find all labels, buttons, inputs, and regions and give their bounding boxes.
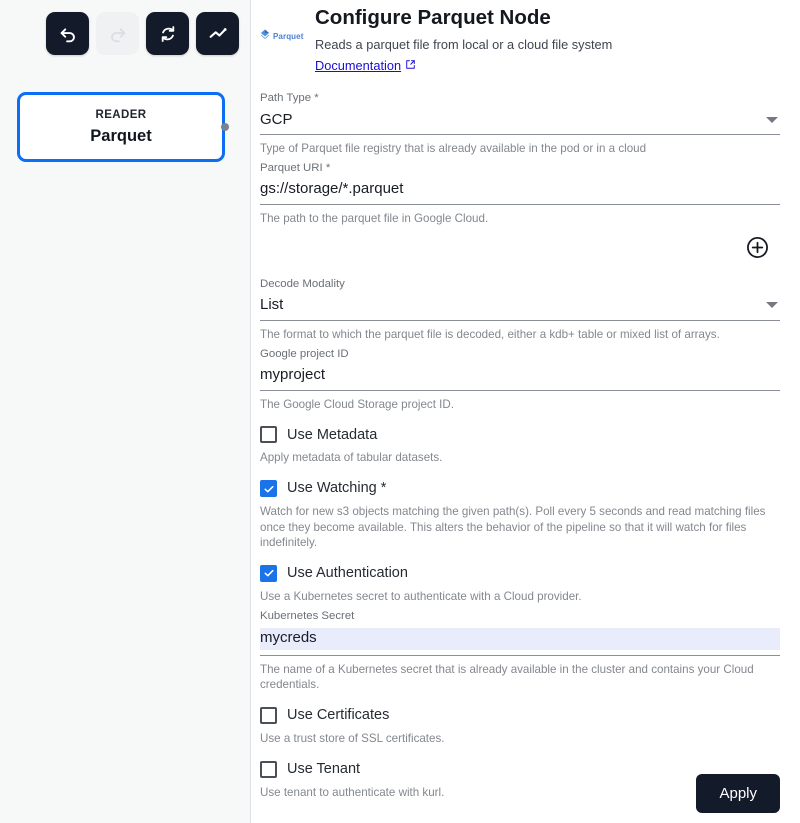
activity-chart-icon [207,23,229,45]
google-project-id-hint: The Google Cloud Storage project ID. [260,397,454,411]
path-type-hint: Type of Parquet file registry that is al… [260,142,647,156]
kubernetes-secret-control[interactable]: mycreds [260,627,780,656]
google-project-id-control[interactable]: myproject [260,366,780,391]
decode-modality-select[interactable]: List [260,296,780,321]
parquet-uri-input[interactable]: gs://storage/*.parquet [260,180,780,199]
use-watching-hint: Watch for new s3 objects matching the gi… [260,505,766,550]
redo-icon [107,23,129,45]
kubernetes-secret-label: Kubernetes Secret [260,609,355,622]
decode-modality-value: List [260,296,284,314]
checkbox-unchecked-icon[interactable] [260,426,277,444]
parquet-uri-label: Parquet URI * [260,161,331,174]
checkbox-unchecked-icon[interactable] [260,707,277,725]
parquet-uri-control[interactable]: gs://storage/*.parquet [260,180,780,206]
page-title: Configure Parquet Node [315,6,551,29]
checkbox-checked-icon[interactable] [260,564,277,582]
path-type-select[interactable]: GCP [260,111,780,136]
path-type-value: GCP [260,110,293,128]
documentation-link[interactable]: Documentation [315,58,416,73]
apply-button-wrapper: Apply [696,774,780,813]
google-project-id-input[interactable]: myproject [260,366,780,385]
chevron-down-icon[interactable] [766,302,778,309]
checkbox-use-certificates[interactable]: Use Certificates [260,707,780,725]
add-path-row [260,227,780,273]
google-project-id-label: Google project ID [260,347,349,360]
undo-icon [57,23,79,45]
config-form: Path Type * GCP Type of Parquet file reg… [251,75,800,800]
use-tenant-label: Use Tenant [287,760,361,777]
parquet-brand: Parquet [259,27,304,45]
kubernetes-secret-input[interactable]: mycreds [260,627,780,650]
parquet-uri-hint: The path to the parquet file in Google C… [260,212,489,226]
apply-button[interactable]: Apply [696,774,780,813]
config-panel-header: Parquet Configure Parquet Node Reads a p… [251,0,800,75]
node-card-parquet-reader[interactable]: READER Parquet [17,92,229,162]
node-kind-label: READER [95,108,147,121]
config-panel: Parquet Configure Parquet Node Reads a p… [251,0,800,823]
field-kubernetes-secret: Kubernetes Secret mycreds The name of a … [260,605,780,693]
pipeline-canvas[interactable]: READER Parquet [0,0,251,823]
use-certificates-label: Use Certificates [287,707,390,724]
parquet-brand-label: Parquet [273,31,304,41]
decode-modality-hint: The format to which the parquet file is … [260,327,720,341]
external-link-icon [405,58,416,73]
kubernetes-secret-hint: The name of a Kubernetes secret that is … [260,662,754,692]
undo-button[interactable] [46,12,89,55]
chevron-down-icon[interactable] [766,116,778,123]
field-google-project-id: Google project ID myproject The Google C… [260,343,780,413]
refresh-button[interactable] [146,12,189,55]
use-metadata-label: Use Metadata [287,426,378,443]
checkbox-use-authentication[interactable]: Use Authentication [260,564,780,582]
refresh-icon [157,23,179,45]
parquet-logo-icon [259,27,271,45]
field-path-type: Path Type * GCP Type of Parquet file reg… [260,87,780,157]
node-title-label: Parquet [90,127,152,145]
use-metadata-hint: Apply metadata of tabular datasets. [260,451,443,465]
field-decode-modality: Decode Modality List The format to which… [260,273,780,343]
page-subtitle: Reads a parquet file from local or a clo… [315,36,613,52]
field-parquet-uri: Parquet URI * gs://storage/*.parquet The… [260,157,780,227]
decode-modality-label: Decode Modality [260,277,345,290]
use-authentication-label: Use Authentication [287,565,408,582]
canvas-toolbar [46,12,239,55]
checkbox-unchecked-icon[interactable] [260,760,277,778]
add-circle-icon[interactable] [745,235,770,265]
checkbox-checked-icon[interactable] [260,480,277,498]
use-certificates-hint: Use a trust store of SSL certificates. [260,732,445,746]
activity-button[interactable] [196,12,239,55]
checkbox-use-watching[interactable]: Use Watching * [260,480,780,498]
path-type-label: Path Type * [260,92,319,105]
redo-button[interactable] [96,12,139,55]
use-authentication-hint: Use a Kubernetes secret to authenticate … [260,589,582,603]
use-watching-label: Use Watching * [287,480,387,497]
node-output-handle[interactable] [221,123,229,131]
checkbox-use-metadata[interactable]: Use Metadata [260,426,780,444]
documentation-link-label: Documentation [315,58,402,74]
app-root: READER Parquet Parquet Configure Parquet… [0,0,800,823]
